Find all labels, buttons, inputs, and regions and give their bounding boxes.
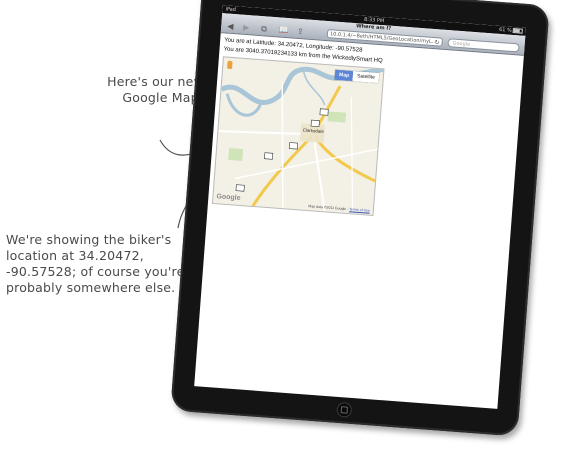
local-road [234, 148, 378, 180]
park-area [327, 111, 347, 123]
local-road [312, 134, 326, 212]
share-icon[interactable]: ⇪ [297, 27, 304, 36]
biker-location-annotation: We're showing the biker's location at 34… [6, 232, 185, 295]
route-shield [264, 152, 274, 160]
battery-label: 61 % [498, 26, 512, 34]
forward-icon[interactable]: ▶ [243, 23, 250, 32]
ipad-screen: iPad 8:33 PM 61 % Where am I? ◀ ▶ ⧉ 📖 ⇪ … [194, 5, 526, 409]
bookmarks-icon[interactable]: 📖 [279, 25, 290, 35]
satellite-button[interactable]: Satellite [352, 71, 380, 84]
ipad-device: iPad 8:33 PM 61 % Where am I? ◀ ▶ ⧉ 📖 ⇪ … [170, 0, 550, 437]
page-content: You are at Latitude: 34.20472, Longitude… [208, 33, 524, 229]
reload-icon[interactable]: ↻ [434, 38, 440, 47]
map-button[interactable]: Map [334, 69, 354, 82]
route-shield [235, 184, 245, 192]
pages-icon[interactable]: ⧉ [261, 24, 267, 33]
google-map[interactable]: Map Satellite Clarksdale Google Map data… [211, 56, 385, 217]
map-annotation: Here's our new Google Map! [107, 74, 204, 105]
local-road [218, 130, 314, 136]
route-shield [288, 142, 299, 150]
pegman-icon[interactable] [227, 60, 233, 70]
river-loop [225, 93, 262, 117]
mississippi-river [220, 66, 384, 105]
park-area [228, 148, 244, 162]
home-icon [340, 406, 349, 414]
route-shield [310, 119, 320, 128]
back-icon[interactable]: ◀ [227, 22, 234, 31]
route-shield [319, 108, 329, 116]
home-button[interactable] [336, 401, 353, 418]
battery-icon [512, 27, 523, 34]
